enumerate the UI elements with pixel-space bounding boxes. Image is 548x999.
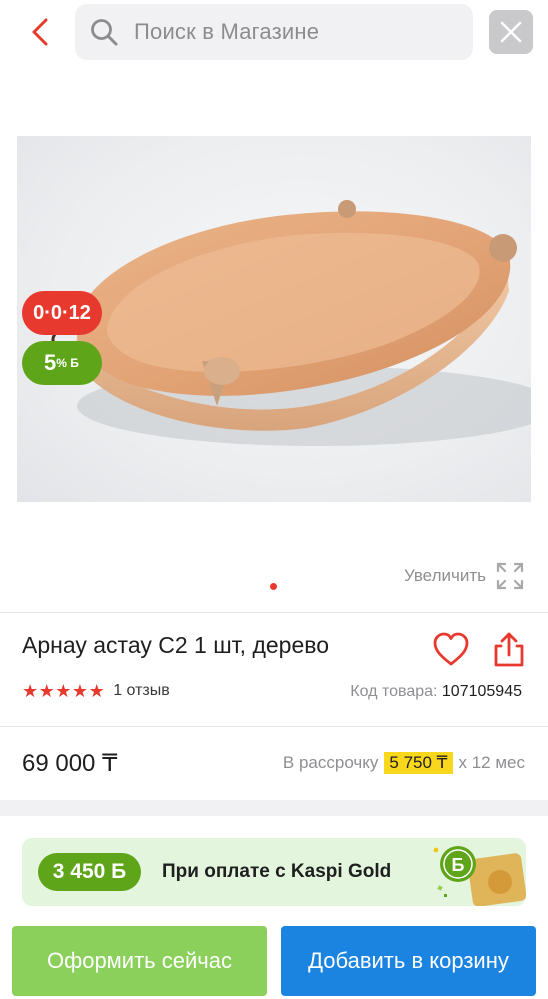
- star-icon: ★: [88, 681, 105, 701]
- search-icon: [86, 14, 122, 50]
- product-code-value: 107105945: [441, 683, 522, 700]
- promo-text: При оплате с Kaspi Gold: [162, 861, 392, 882]
- divider: [0, 726, 548, 727]
- share-button[interactable]: [491, 631, 527, 669]
- star-icon: ★: [22, 681, 39, 701]
- close-icon: [500, 21, 522, 43]
- add-to-cart-label: Добавить в корзину: [308, 948, 509, 973]
- kaspi-gold-promo[interactable]: 3 450 Б При оплате с Kaspi Gold Б: [22, 838, 526, 906]
- star-icon: ★: [55, 681, 72, 701]
- buy-now-label: Оформить сейчас: [47, 948, 232, 973]
- expand-icon: [496, 562, 524, 590]
- share-icon: [494, 632, 524, 667]
- bonus-suffix: % Б: [56, 356, 79, 370]
- installment-info[interactable]: В рассрочку 5 750 ₸ х 12 мес: [283, 752, 525, 774]
- rating-row[interactable]: ★ ★ ★ ★ ★ 1 отзыв: [22, 681, 170, 701]
- top-bar: Поиск в Магазине: [0, 0, 548, 66]
- rating-stars: ★ ★ ★ ★ ★: [22, 681, 105, 701]
- close-button[interactable]: [489, 10, 533, 54]
- installment-badge: 0·0·12: [22, 291, 102, 335]
- kaspi-gold-card-icon: Б: [433, 846, 526, 906]
- zoom-label: Увеличить: [404, 566, 486, 585]
- section-separator: [0, 800, 548, 816]
- carousel-indicator: [270, 583, 277, 590]
- favorite-button[interactable]: [432, 631, 470, 669]
- bonus-amount-badge: 3 450 Б: [38, 853, 141, 891]
- back-button[interactable]: [22, 12, 58, 52]
- star-icon: ★: [38, 681, 55, 701]
- zoom-button[interactable]: Увеличить: [404, 562, 524, 590]
- search-field[interactable]: Поиск в Магазине: [75, 4, 473, 60]
- product-code-label: Код товара:: [350, 683, 438, 700]
- chevron-left-icon: [32, 18, 48, 46]
- installment-amount: 5 750 ₸: [384, 752, 453, 774]
- svg-text:Б: Б: [452, 855, 465, 875]
- reviews-link[interactable]: 1 отзыв: [113, 682, 170, 700]
- add-to-cart-button[interactable]: Добавить в корзину: [281, 926, 536, 996]
- search-placeholder: Поиск в Магазине: [134, 19, 320, 44]
- star-icon: ★: [71, 681, 89, 701]
- product-price: 69 000 ₸: [22, 750, 118, 777]
- bonus-amount: 3 450 Б: [52, 860, 127, 883]
- bonus-percent: 5: [44, 350, 57, 375]
- divider: [0, 612, 548, 613]
- installment-prefix: В рассрочку: [282, 753, 379, 772]
- product-code: Код товара: 107105945: [350, 683, 522, 701]
- installment-suffix: х 12 мес: [458, 753, 526, 772]
- installment-badge-label: 0·0·12: [33, 301, 91, 324]
- bonus-badge: 5% Б: [22, 341, 102, 385]
- heart-icon: [433, 632, 469, 666]
- buy-now-button[interactable]: Оформить сейчас: [12, 926, 267, 996]
- product-title: Арнау астау С2 1 шт, дерево: [22, 632, 329, 658]
